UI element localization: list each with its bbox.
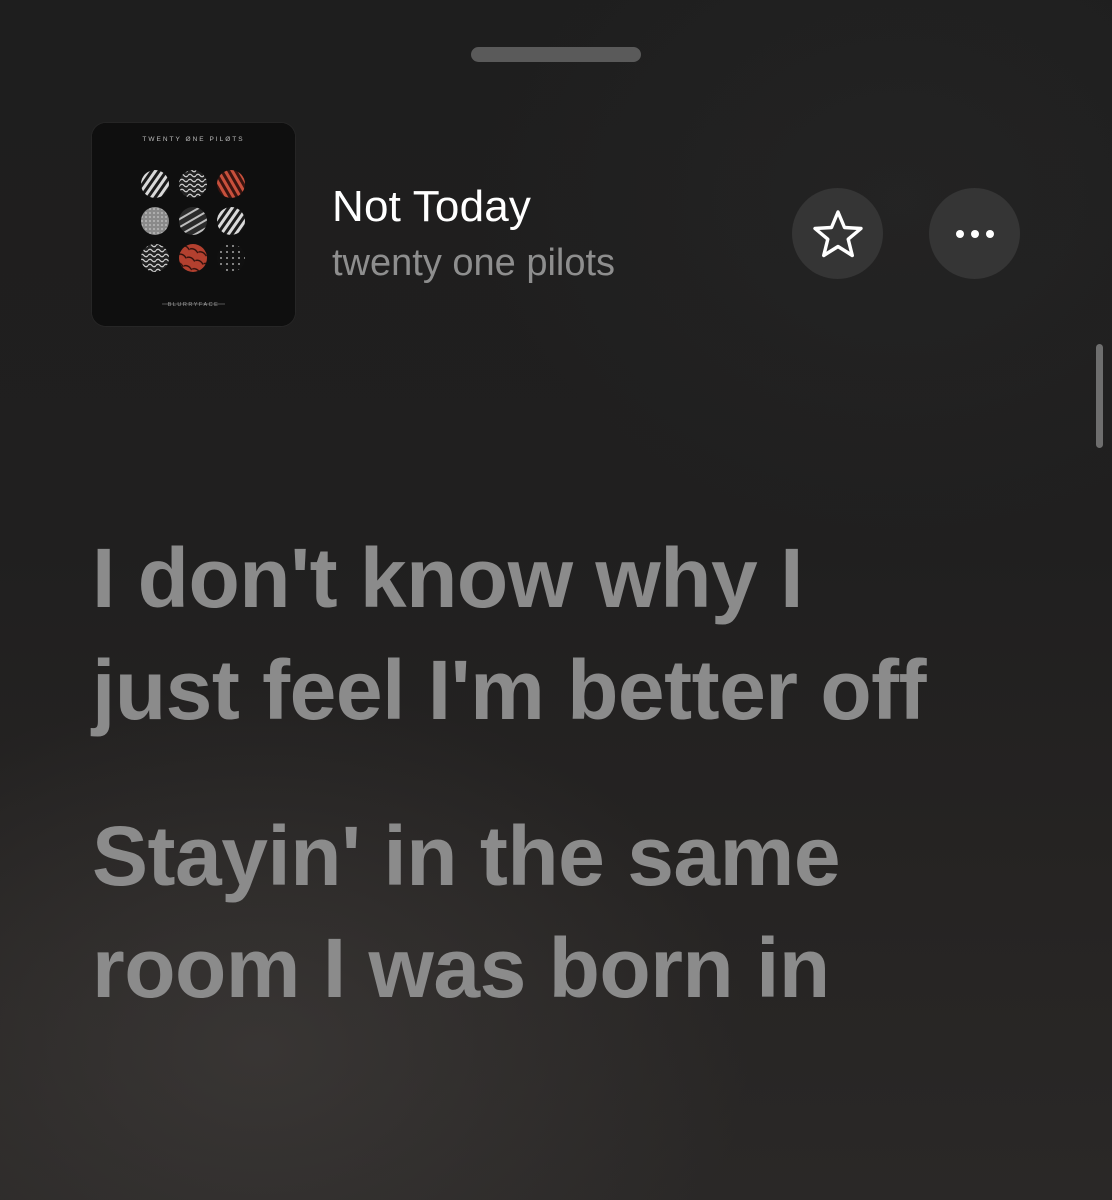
lyric-line[interactable]: Stayin' in the same room I was born in: [92, 800, 952, 1024]
favorite-button[interactable]: [792, 188, 883, 279]
ellipsis-icon: [955, 229, 994, 238]
scrollbar[interactable]: [1096, 344, 1103, 448]
album-artwork-image: TWENTY ØNE PILØTS BLURRYFACE: [92, 123, 295, 326]
artwork-album-text: BLURRYFACE: [168, 302, 220, 308]
artwork-band-text: TWENTY ØNE PILØTS: [142, 136, 244, 143]
lyric-line[interactable]: I don't know why I just feel I'm better …: [92, 522, 952, 746]
lyrics-container: I don't know why I just feel I'm better …: [92, 522, 992, 1078]
sheet-grabber-handle[interactable]: [471, 47, 641, 62]
album-artwork[interactable]: TWENTY ØNE PILØTS BLURRYFACE: [92, 123, 295, 326]
lyrics-screen: TWENTY ØNE PILØTS BLURRYFACE Not Today t…: [0, 0, 1112, 1200]
song-title: Not Today: [332, 182, 532, 231]
star-icon: [812, 209, 863, 257]
more-options-button[interactable]: [929, 188, 1020, 279]
song-artist[interactable]: twenty one pilots: [332, 242, 615, 285]
